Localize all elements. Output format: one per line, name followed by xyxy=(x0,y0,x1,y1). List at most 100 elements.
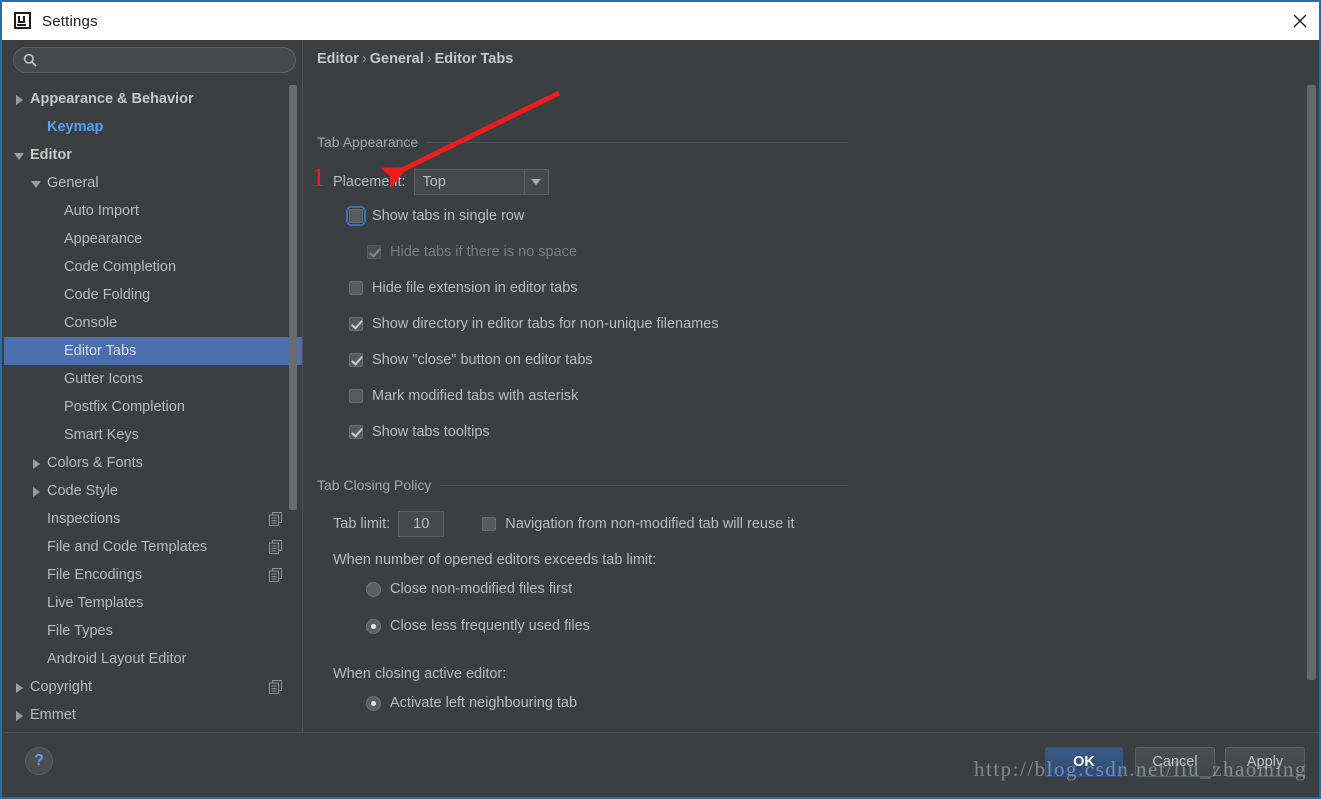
checkbox-row-hide-file-extension-in-editor-tabs[interactable]: Hide file extension in editor tabs xyxy=(349,280,578,296)
checkbox-row-show-directory-in-editor-tabs-for-non-unique-filenames[interactable]: Show directory in editor tabs for non-un… xyxy=(349,316,719,332)
sidebar-item-label: Code Completion xyxy=(64,259,177,275)
search-field[interactable] xyxy=(13,47,296,73)
reuse-tab-checkbox-row[interactable]: Navigation from non-modified tab will re… xyxy=(482,516,795,532)
sidebar-item-label: Colors & Fonts xyxy=(47,455,143,471)
breadcrumb-part-editor[interactable]: Editor xyxy=(317,51,359,67)
sidebar-item-editor-tabs[interactable]: Editor Tabs xyxy=(4,337,302,365)
radio-row-close-non-modified-files-first[interactable]: Close non-modified files first xyxy=(366,581,572,597)
reuse-tab-label: Navigation from non-modified tab will re… xyxy=(505,516,795,532)
checkbox-label: Show "close" button on editor tabs xyxy=(372,352,593,368)
settings-tree: Appearance & Behavior Keymap Editor General… xyxy=(4,85,302,732)
sidebar-item-code-style[interactable]: Code Style xyxy=(4,477,302,505)
sidebar-item-keymap[interactable]: Keymap xyxy=(4,113,302,141)
closing-active-editor-heading: When closing active editor: xyxy=(333,666,507,682)
sidebar-item-android-layout-editor[interactable]: Android Layout Editor xyxy=(4,645,302,673)
checkbox-input[interactable] xyxy=(349,389,363,403)
sidebar-item-label: Inspections xyxy=(47,511,121,527)
radio-row-close-less-frequently-used-files[interactable]: Close less frequently used files xyxy=(366,618,590,634)
checkbox-row-show-tabs-in-single-row[interactable]: Show tabs in single row xyxy=(346,206,524,226)
sidebar-item-editor[interactable]: Editor xyxy=(4,141,302,169)
chevron-right-icon[interactable] xyxy=(14,710,25,721)
sidebar-item-gutter-icons[interactable]: Gutter Icons xyxy=(4,365,302,393)
sidebar-item-code-folding[interactable]: Code Folding xyxy=(4,281,302,309)
sidebar-item-live-templates[interactable]: Live Templates xyxy=(4,589,302,617)
sidebar-item-copyright[interactable]: Copyright xyxy=(4,673,302,701)
checkbox-row-mark-modified-tabs-with-asterisk[interactable]: Mark modified tabs with asterisk xyxy=(349,388,578,404)
radio-input[interactable] xyxy=(366,581,381,597)
breadcrumb: Editor › General › Editor Tabs xyxy=(317,51,513,67)
checkbox-label: Mark modified tabs with asterisk xyxy=(372,388,579,404)
copy-icon[interactable] xyxy=(269,540,283,554)
sidebar-item-inspections[interactable]: Inspections xyxy=(4,505,302,533)
checkbox-input[interactable] xyxy=(349,317,363,331)
sidebar-item-label: Android Layout Editor xyxy=(47,651,187,667)
placement-combobox[interactable]: Top xyxy=(413,169,549,195)
copy-icon[interactable] xyxy=(269,568,283,582)
checkbox-input[interactable] xyxy=(349,353,363,367)
checkbox-row-show-close-button-on-editor-tabs[interactable]: Show "close" button on editor tabs xyxy=(349,352,593,368)
copy-icon[interactable] xyxy=(269,512,283,526)
help-button[interactable]: ? xyxy=(25,747,53,775)
chevron-down-icon[interactable] xyxy=(31,178,42,189)
chevron-right-icon[interactable] xyxy=(31,458,42,469)
checkbox-row-show-tabs-tooltips[interactable]: Show tabs tooltips xyxy=(349,424,490,440)
sidebar-item-smart-keys[interactable]: Smart Keys xyxy=(4,421,302,449)
checkbox-row-hide-tabs-if-there-is-no-space: Hide tabs if there is no space xyxy=(367,244,577,260)
tab-limit-label: Tab limit: xyxy=(333,516,391,532)
sidebar-item-label: File Encodings xyxy=(47,567,143,583)
sidebar-item-postfix-completion[interactable]: Postfix Completion xyxy=(4,393,302,421)
chevron-right-icon[interactable] xyxy=(14,682,25,693)
checkbox-input[interactable] xyxy=(349,281,363,295)
sidebar-item-appearance[interactable]: Appearance xyxy=(4,225,302,253)
title-bar: Settings xyxy=(2,0,1319,40)
tab-closing-policy-group-label: Tab Closing Policy xyxy=(317,477,432,493)
sidebar-item-console[interactable]: Console xyxy=(4,309,302,337)
exceed-tab-limit-heading: When number of opened editors exceeds ta… xyxy=(333,552,657,568)
placement-label: Placement: xyxy=(333,174,406,190)
tab-closing-policy-group-header: Tab Closing Policy xyxy=(317,477,848,493)
radio-input[interactable] xyxy=(366,695,381,711)
search-input[interactable] xyxy=(43,52,285,68)
copy-icon[interactable] xyxy=(269,680,283,694)
sidebar-item-auto-import[interactable]: Auto Import xyxy=(4,197,302,225)
sidebar-item-code-completion[interactable]: Code Completion xyxy=(4,253,302,281)
radio-input[interactable] xyxy=(366,618,381,634)
cancel-button[interactable]: Cancel xyxy=(1135,747,1215,777)
chevron-right-icon[interactable] xyxy=(31,486,42,497)
sidebar-item-file-types[interactable]: File Types xyxy=(4,617,302,645)
placement-row: Placement: Top xyxy=(333,169,549,195)
reuse-tab-checkbox[interactable] xyxy=(482,517,497,531)
ok-button[interactable]: OK xyxy=(1045,747,1123,777)
close-icon[interactable] xyxy=(1277,2,1319,40)
settings-content-pane: Editor › General › Editor Tabs Tab Appearanc… xyxy=(304,40,1319,732)
sidebar-item-general[interactable]: General xyxy=(4,169,302,197)
chevron-down-icon[interactable] xyxy=(14,150,25,161)
breadcrumb-part-general[interactable]: General xyxy=(370,51,424,67)
chevron-right-icon[interactable] xyxy=(14,94,25,105)
tab-limit-input[interactable] xyxy=(398,511,445,537)
sidebar-item-appearance-behavior[interactable]: Appearance & Behavior xyxy=(4,85,302,113)
dialog-body: Appearance & Behavior Keymap Editor General… xyxy=(4,40,1319,732)
radio-row-activate-left-neighbouring-tab[interactable]: Activate left neighbouring tab xyxy=(366,695,577,711)
sidebar-item-emmet[interactable]: Emmet xyxy=(4,701,302,729)
search-icon xyxy=(23,53,37,67)
sidebar-item-file-and-code-templates[interactable]: File and Code Templates xyxy=(4,533,302,561)
checkbox-label: Show directory in editor tabs for non-un… xyxy=(372,316,719,332)
sidebar-item-colors-fonts[interactable]: Colors & Fonts xyxy=(4,449,302,477)
sidebar-item-file-encodings[interactable]: File Encodings xyxy=(4,561,302,589)
group-divider xyxy=(427,141,848,143)
sidebar-item-label: Live Templates xyxy=(47,595,144,611)
sidebar-scrollbar[interactable] xyxy=(289,85,297,510)
checkbox-input[interactable] xyxy=(346,206,366,226)
content-scrollbar[interactable] xyxy=(1307,85,1316,680)
apply-button[interactable]: Apply xyxy=(1225,747,1305,777)
tab-appearance-group-label: Tab Appearance xyxy=(317,134,419,150)
chevron-down-icon[interactable] xyxy=(523,170,548,194)
group-divider xyxy=(440,484,848,486)
checkbox-input[interactable] xyxy=(349,425,363,439)
